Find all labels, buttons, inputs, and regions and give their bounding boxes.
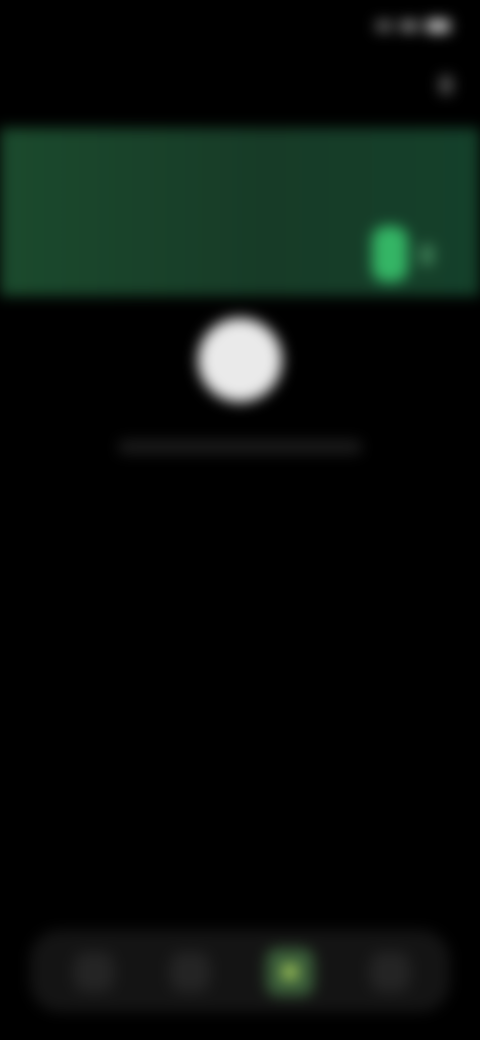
- avatar-circle[interactable]: [198, 318, 282, 402]
- toggle-icon[interactable]: [372, 226, 408, 282]
- signal-icon: [376, 21, 392, 31]
- active-nav-dot-icon: [282, 964, 298, 980]
- nav-item-1[interactable]: [74, 952, 114, 992]
- nav-item-2[interactable]: [170, 952, 210, 992]
- nav-item-4[interactable]: [370, 952, 410, 992]
- hero-action-indicator: [420, 244, 434, 266]
- more-vertical-icon[interactable]: [440, 76, 452, 94]
- status-icons: [376, 20, 450, 32]
- page-header: [0, 60, 480, 120]
- battery-icon: [426, 20, 450, 32]
- status-bar: [0, 0, 480, 60]
- nav-item-3[interactable]: [266, 948, 314, 996]
- wifi-icon: [400, 21, 418, 31]
- bottom-nav: [30, 930, 450, 1012]
- hero-card[interactable]: [0, 128, 480, 296]
- app-screen: [0, 0, 480, 1040]
- center-caption-bar: [118, 440, 362, 454]
